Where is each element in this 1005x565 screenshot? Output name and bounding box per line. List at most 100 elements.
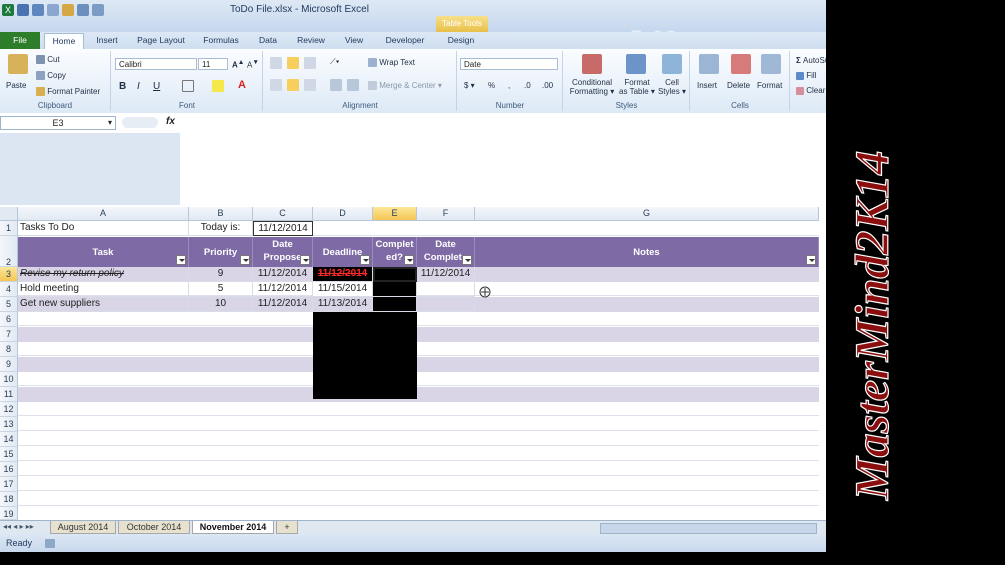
- sheet-nav-arrows-icon[interactable]: ◂◂ ◂ ▸ ▸▸: [3, 522, 34, 531]
- column-header-a[interactable]: A: [18, 207, 189, 221]
- proposed-cell[interactable]: 11/12/2014: [253, 267, 313, 282]
- bold-icon[interactable]: B: [119, 81, 126, 92]
- row-header[interactable]: 8: [0, 342, 18, 357]
- completed-cell[interactable]: [373, 282, 417, 297]
- save-icon[interactable]: [17, 4, 29, 16]
- redo-icon[interactable]: [47, 4, 59, 16]
- proposed-cell[interactable]: 11/12/2014: [253, 297, 313, 312]
- align-center-icon[interactable]: [287, 79, 299, 91]
- grow-font-icon[interactable]: A▲: [232, 59, 244, 70]
- header-notes[interactable]: Notes: [475, 237, 819, 267]
- conditional-formatting-button[interactable]: Conditional Formatting ▾: [567, 78, 617, 96]
- tab-page-layout[interactable]: Page Layout: [133, 33, 189, 48]
- number-format-select[interactable]: Date: [460, 58, 558, 70]
- tab-insert[interactable]: Insert: [90, 33, 124, 48]
- fill-button[interactable]: Fill: [796, 71, 816, 80]
- clear-button[interactable]: Clear: [796, 86, 825, 95]
- priority-cell[interactable]: 10: [189, 297, 253, 312]
- currency-icon[interactable]: $ ▾: [464, 81, 475, 90]
- header-completed[interactable]: Complet ed?: [373, 237, 417, 267]
- column-header-b[interactable]: B: [189, 207, 253, 221]
- row-header[interactable]: 14: [0, 432, 18, 447]
- column-header-d[interactable]: D: [313, 207, 373, 221]
- task-cell[interactable]: Get new suppliers: [18, 297, 189, 312]
- autosum-button[interactable]: Σ AutoSum: [796, 56, 826, 65]
- date-completed-cell[interactable]: [417, 282, 475, 297]
- priority-cell[interactable]: 5: [189, 282, 253, 297]
- cell-b1[interactable]: Today is:: [189, 221, 253, 236]
- filter-dropdown-icon[interactable]: [462, 255, 472, 265]
- format-button[interactable]: Format: [757, 81, 782, 90]
- formula-collapse-icon[interactable]: [122, 117, 158, 128]
- deadline-cell[interactable]: 11/15/2014: [313, 282, 373, 297]
- proposed-cell[interactable]: 11/12/2014: [253, 282, 313, 297]
- row-header[interactable]: 6: [0, 312, 18, 327]
- deadline-cell[interactable]: 11/12/2014: [313, 267, 373, 282]
- filter-dropdown-icon[interactable]: [300, 255, 310, 265]
- row-header[interactable]: 9: [0, 357, 18, 372]
- insert-button[interactable]: Insert: [697, 81, 717, 90]
- percent-icon[interactable]: %: [488, 81, 495, 90]
- sheet-tab-october[interactable]: October 2014: [118, 521, 190, 534]
- format-as-table-button[interactable]: Format as Table ▾: [619, 78, 655, 96]
- underline-icon[interactable]: U: [153, 81, 160, 92]
- formula-expanded-area[interactable]: [180, 133, 826, 205]
- fx-icon[interactable]: fx: [166, 116, 175, 127]
- date-completed-cell[interactable]: [417, 297, 475, 312]
- completed-cell-selected[interactable]: [373, 267, 417, 282]
- filter-dropdown-icon[interactable]: [360, 255, 370, 265]
- filter-dropdown-icon[interactable]: [404, 255, 414, 265]
- tab-data[interactable]: Data: [254, 33, 282, 48]
- align-left-icon[interactable]: [270, 79, 282, 91]
- horizontal-scrollbar[interactable]: [600, 523, 817, 534]
- formula-input[interactable]: [182, 116, 826, 130]
- fill-color-icon[interactable]: [212, 80, 224, 92]
- open-icon[interactable]: [62, 4, 74, 16]
- column-header-f[interactable]: F: [417, 207, 475, 221]
- delete-button[interactable]: Delete: [727, 81, 750, 90]
- row-header[interactable]: 12: [0, 402, 18, 417]
- format-as-table-icon[interactable]: [626, 54, 646, 74]
- filter-dropdown-icon[interactable]: [806, 255, 816, 265]
- date-completed-cell[interactable]: 11/12/2014: [417, 267, 475, 282]
- tab-formulas[interactable]: Formulas: [198, 33, 244, 48]
- macro-record-icon[interactable]: [44, 539, 55, 549]
- row-header[interactable]: 15: [0, 447, 18, 462]
- merge-center-button[interactable]: Merge & Center ▾: [368, 81, 442, 91]
- filter-dropdown-icon[interactable]: [240, 255, 250, 265]
- font-size-select[interactable]: 11: [198, 58, 228, 70]
- increase-indent-icon[interactable]: [347, 79, 359, 91]
- borders-icon[interactable]: [182, 80, 194, 92]
- row-header[interactable]: 3: [0, 267, 18, 282]
- tab-view[interactable]: View: [339, 33, 369, 48]
- priority-cell[interactable]: 9: [189, 267, 253, 282]
- row-header[interactable]: 11: [0, 387, 18, 402]
- italic-icon[interactable]: I: [137, 81, 140, 92]
- new-sheet-icon[interactable]: +: [276, 521, 298, 534]
- header-date-proposed[interactable]: Date Propose: [253, 237, 313, 267]
- cut-button[interactable]: Cut: [36, 55, 60, 65]
- tab-review[interactable]: Review: [293, 33, 329, 48]
- header-deadline[interactable]: Deadline: [313, 237, 373, 267]
- font-name-select[interactable]: Calibri: [115, 58, 197, 70]
- cell-styles-icon[interactable]: [662, 54, 682, 74]
- row-header[interactable]: 19: [0, 507, 18, 520]
- copy-button[interactable]: Copy: [36, 71, 66, 81]
- row-header[interactable]: 7: [0, 327, 18, 342]
- align-bottom-icon[interactable]: [304, 57, 316, 69]
- decrease-decimal-icon[interactable]: .00: [542, 81, 553, 90]
- tab-design[interactable]: Design: [438, 33, 484, 48]
- row-header[interactable]: 5: [0, 297, 18, 312]
- task-cell[interactable]: Hold meeting: [18, 282, 189, 297]
- column-header-e[interactable]: E: [373, 207, 417, 221]
- tab-developer[interactable]: Developer: [380, 33, 430, 48]
- row-header[interactable]: 10: [0, 372, 18, 387]
- decrease-indent-icon[interactable]: [330, 79, 342, 91]
- wrap-text-button[interactable]: Wrap Text: [368, 58, 415, 68]
- comma-icon[interactable]: ,: [508, 81, 510, 90]
- format-painter-button[interactable]: Format Painter: [36, 87, 100, 97]
- row-header[interactable]: 16: [0, 462, 18, 477]
- paste-icon[interactable]: [8, 54, 28, 74]
- completed-cell[interactable]: [373, 297, 417, 312]
- print-icon[interactable]: [77, 4, 89, 16]
